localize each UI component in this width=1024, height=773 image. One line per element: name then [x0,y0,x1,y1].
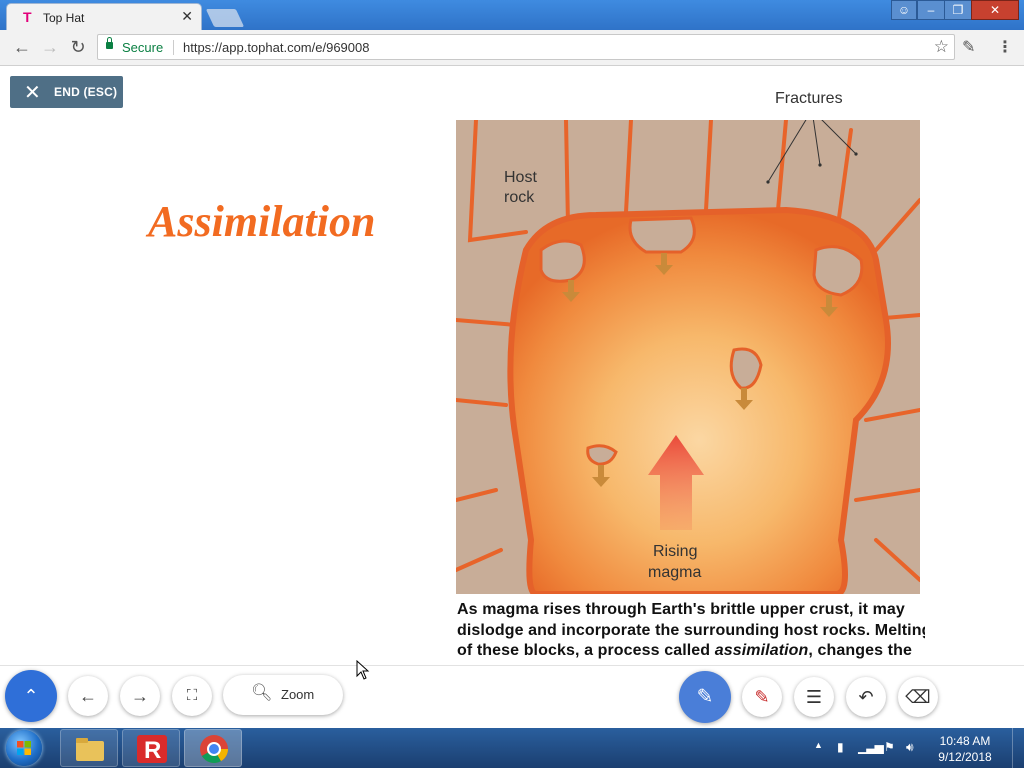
lock-icon [106,37,113,49]
r-app-taskbar-item[interactable]: R [122,729,180,767]
browser-menu-icon[interactable]: ⋮ [997,37,1013,57]
clock-time: 10:48 AM [939,734,991,748]
start-button[interactable] [6,730,42,766]
eraser-icon: ⌫ [905,687,931,707]
folder-icon [76,738,104,761]
show-desktop-button[interactable] [1012,728,1024,768]
maximize-window-button[interactable]: ❐ [944,0,972,20]
arrow-right-icon: → [131,686,149,706]
fullscreen-icon: ⛶ [186,687,198,704]
pen-color-icon: ✎ [754,687,770,707]
zoom-button[interactable]: 🔍︎ Zoom [223,675,343,715]
caption-emphasis: assimilation [714,642,809,659]
mouse-cursor-icon [356,660,370,680]
reload-icon[interactable]: ↻ [68,37,88,58]
caption-line-2: dislodge and incorporate the surrounding… [457,621,925,639]
rising-magma-label-line1: Rising [653,543,697,560]
fractures-label: Fractures [775,90,843,107]
fullscreen-button[interactable]: ⛶ [172,676,212,716]
pen-color-button[interactable]: ✎ [742,677,782,717]
windows-logo-icon [17,741,31,755]
clock-date: 9/12/2018 [938,750,992,764]
secure-label: Secure [122,40,164,55]
bookmark-star-icon[interactable]: ☆ [934,37,949,57]
signal-icon[interactable]: ▁▃▅ [858,740,884,754]
assimilation-diagram: Host rock Rising magma [456,120,920,594]
action-center-flag-icon[interactable]: ⚑ [884,740,895,754]
expand-panel-button[interactable]: ⌃ [5,670,57,722]
r-app-icon: R [137,735,167,764]
line-width-button[interactable]: ☰ [794,677,834,717]
close-window-button[interactable]: ✕ [971,0,1019,20]
rising-magma-label-line2: magma [648,564,701,581]
browser-titlebar: T Top Hat ✕ ☺ ‒ ❐ ✕ [0,0,1024,30]
undo-button[interactable]: ↶ [846,677,886,717]
tray-expand-icon[interactable]: ▲ [814,740,823,750]
zoom-label: Zoom [281,687,315,702]
tophat-favicon-icon: T [23,9,32,25]
url-text[interactable]: https://app.tophat.com/e/969008 [183,40,369,55]
end-presentation-button[interactable]: ✕ END (ESC) [10,76,123,108]
chrome-icon [200,735,228,763]
svg-text:R: R [144,737,161,764]
system-clock[interactable]: 10:48 AM 9/12/2018 [930,733,1000,765]
tab-close-icon[interactable]: ✕ [181,8,193,25]
caption-line-1: As magma rises through Earth's brittle u… [457,601,905,618]
profile-icon[interactable]: ☺ [891,0,917,20]
tab-title: Top Hat [43,11,85,25]
end-button-label: END (ESC) [54,85,118,99]
chevron-up-icon: ⌃ [23,686,39,706]
pen-tool-button[interactable]: ✎ [679,671,731,723]
arrow-left-icon: ← [79,686,97,706]
battery-icon[interactable]: ▮ [837,740,844,754]
host-rock-label-line1: Host [504,169,537,186]
back-arrow-icon[interactable]: ← [12,37,32,58]
next-slide-button[interactable]: → [120,676,160,716]
browser-toolbar: ← → ↻ Secure https://app.tophat.com/e/96… [0,30,1024,66]
caption-line-3-start: of these blocks, a process called [457,642,715,659]
previous-slide-button[interactable]: ← [68,676,108,716]
address-bar[interactable]: Secure https://app.tophat.com/e/969008 ☆ [97,34,955,60]
forward-arrow-icon[interactable]: → [40,37,60,58]
minimize-window-button[interactable]: ‒ [917,0,945,20]
omnibox-divider [173,40,174,55]
caption-line-3: of these blocks, a process called assimi… [457,641,925,662]
slide-title: Assimilation [148,197,376,246]
volume-icon[interactable]: 🔊︎ [906,740,914,755]
edit-extension-icon[interactable]: ✎ [962,37,975,57]
host-rock-label-line2: rock [504,189,535,206]
line-width-icon: ☰ [805,687,823,707]
browser-tab-tophat[interactable]: T Top Hat ✕ [6,3,202,30]
chrome-taskbar-item[interactable] [184,729,242,767]
figure-caption: As magma rises through Earth's brittle u… [457,600,925,664]
close-icon: ✕ [24,82,41,104]
new-tab-button[interactable] [205,9,245,27]
eraser-button[interactable]: ⌫ [898,677,938,717]
presentation-toolbar: ⌃ ← → ⛶ 🔍︎ Zoom ✎ ✎ ☰ ↶ ⌫ [0,665,1024,729]
file-explorer-taskbar-item[interactable] [60,729,118,767]
pencil-icon: ✎ [696,686,714,708]
undo-icon: ↶ [858,687,874,707]
windows-taskbar: R ▲ ▮ ▁▃▅ ⚑ 🔊︎ 10:48 AM 9/12/2018 [0,728,1024,768]
caption-line-3-end: , changes the [808,642,912,659]
zoom-out-icon: 🔍︎ [251,683,273,702]
